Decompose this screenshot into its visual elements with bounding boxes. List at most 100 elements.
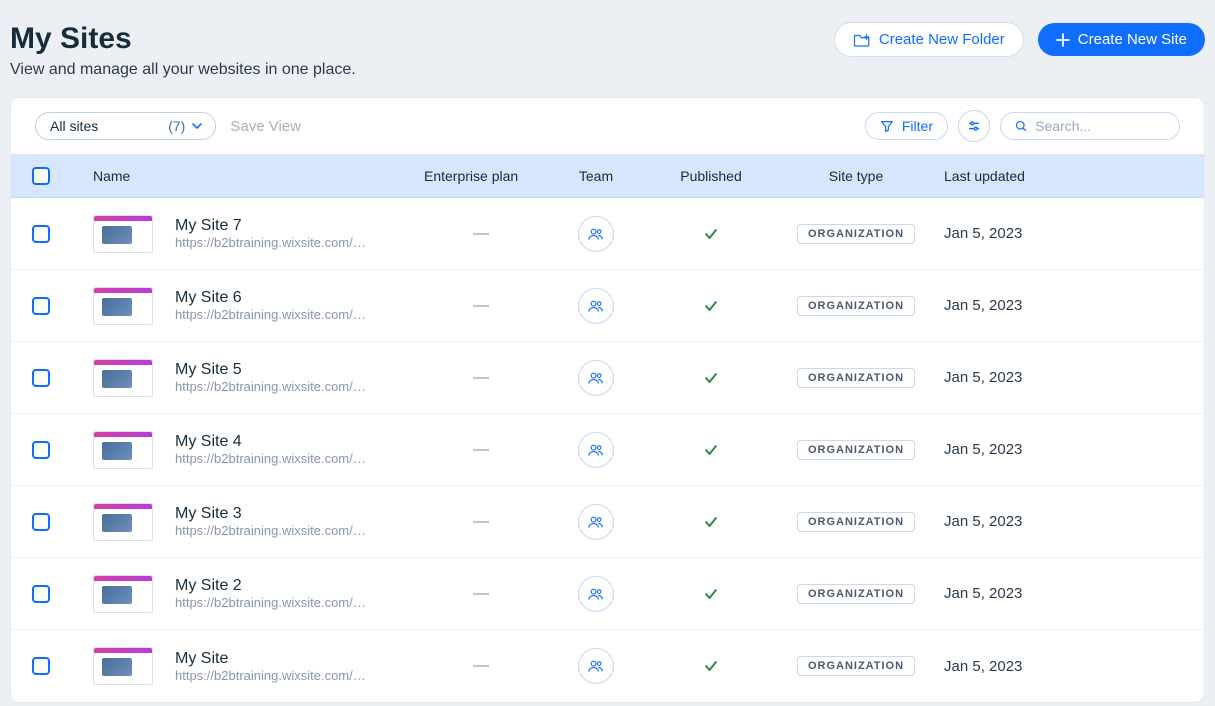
- site-thumbnail: [93, 647, 153, 685]
- last-updated-cell: Jan 5, 2023: [936, 297, 1136, 314]
- search-icon: [1015, 119, 1027, 133]
- create-folder-label: Create New Folder: [879, 31, 1005, 48]
- team-icon[interactable]: [578, 360, 614, 396]
- site-type-tag: ORGANIZATION: [797, 368, 915, 388]
- site-name: My Site 6: [175, 289, 375, 307]
- site-filter-dropdown[interactable]: All sites (7): [35, 112, 216, 140]
- site-url: https://b2btraining.wixsite.com/w…: [175, 307, 375, 322]
- published-cell: [646, 228, 776, 240]
- table-row[interactable]: My Site 4https://b2btraining.wixsite.com…: [11, 414, 1204, 486]
- column-site-type[interactable]: Site type: [776, 168, 936, 184]
- check-icon: [704, 444, 718, 456]
- site-thumbnail: [93, 431, 153, 469]
- table-row[interactable]: My Site 3https://b2btraining.wixsite.com…: [11, 486, 1204, 558]
- folder-plus-icon: [853, 32, 871, 48]
- team-icon[interactable]: [578, 648, 614, 684]
- site-name: My Site 2: [175, 577, 375, 595]
- last-updated-cell: Jan 5, 2023: [936, 225, 1136, 242]
- check-icon: [704, 228, 718, 240]
- settings-button[interactable]: [958, 110, 990, 142]
- create-site-button[interactable]: Create New Site: [1038, 23, 1205, 56]
- site-thumbnail: [93, 503, 153, 541]
- page-subtitle: View and manage all your websites in one…: [10, 61, 356, 79]
- site-thumbnail: [93, 287, 153, 325]
- table-row[interactable]: My Site 7https://b2btraining.wixsite.com…: [11, 198, 1204, 270]
- plan-cell: —: [416, 585, 546, 603]
- plan-cell: —: [416, 225, 546, 243]
- column-name[interactable]: Name: [71, 168, 416, 184]
- row-checkbox[interactable]: [32, 657, 50, 675]
- site-type-tag: ORGANIZATION: [797, 512, 915, 532]
- create-site-label: Create New Site: [1078, 31, 1187, 48]
- chevron-down-icon: [191, 122, 203, 130]
- column-team[interactable]: Team: [546, 168, 646, 184]
- team-icon[interactable]: [578, 288, 614, 324]
- published-cell: [646, 300, 776, 312]
- search-field[interactable]: [1000, 112, 1180, 140]
- create-folder-button[interactable]: Create New Folder: [834, 22, 1024, 57]
- published-cell: [646, 444, 776, 456]
- check-icon: [704, 300, 718, 312]
- site-url: https://b2btraining.wixsite.com/w…: [175, 451, 375, 466]
- site-type-tag: ORGANIZATION: [797, 296, 915, 316]
- last-updated-cell: Jan 5, 2023: [936, 658, 1136, 675]
- table-body: My Site 7 https://b2btraining.wixsite.com…: [11, 198, 1204, 702]
- site-type-tag: ORGANIZATION: [797, 224, 915, 244]
- toolbar: All sites (7) Save View Filter: [11, 98, 1204, 154]
- table-header: Name Enterprise plan Team Published Site…: [11, 154, 1204, 198]
- team-icon[interactable]: [578, 216, 614, 252]
- site-name: My Site 5: [175, 361, 375, 379]
- check-icon: [704, 516, 718, 528]
- row-checkbox[interactable]: [32, 369, 50, 387]
- page-header: My Sites View and manage all your websit…: [10, 10, 1205, 97]
- row-checkbox[interactable]: [32, 225, 50, 243]
- filter-button-label: Filter: [902, 118, 933, 134]
- save-view-button[interactable]: Save View: [230, 118, 301, 135]
- table-row[interactable]: My Site 2https://b2btraining.wixsite.com…: [11, 558, 1204, 630]
- table-row[interactable]: My Site 5https://b2btraining.wixsite.com…: [11, 342, 1204, 414]
- filter-button[interactable]: Filter: [865, 112, 948, 140]
- column-published[interactable]: Published: [646, 168, 776, 184]
- last-updated-cell: Jan 5, 2023: [936, 441, 1136, 458]
- last-updated-cell: Jan 5, 2023: [936, 513, 1136, 530]
- site-filter-count: (7): [168, 118, 185, 134]
- sliders-icon: [967, 119, 981, 133]
- page-title: My Sites: [10, 22, 356, 55]
- site-name: My Site: [175, 650, 366, 668]
- site-name: My Site 7: [175, 217, 375, 235]
- table-row[interactable]: My Sitehttps://b2btraining.wixsite.com/……: [11, 630, 1204, 702]
- site-thumbnail: [93, 575, 153, 613]
- team-icon[interactable]: [578, 504, 614, 540]
- site-url: https://b2btraining.wixsite.com/…: [175, 668, 366, 683]
- table-row[interactable]: My Site 6https://b2btraining.wixsite.com…: [11, 270, 1204, 342]
- site-thumbnail: [93, 359, 153, 397]
- team-icon[interactable]: [578, 576, 614, 612]
- site-name: My Site 3: [175, 505, 375, 523]
- plan-cell: —: [416, 369, 546, 387]
- published-cell: [646, 516, 776, 528]
- published-cell: [646, 588, 776, 600]
- select-all-checkbox[interactable]: [32, 167, 50, 185]
- column-plan[interactable]: Enterprise plan: [416, 168, 546, 184]
- last-updated-cell: Jan 5, 2023: [936, 585, 1136, 602]
- row-checkbox[interactable]: [32, 297, 50, 315]
- site-url: https://b2btraining.wixsite.com/w…: [175, 523, 375, 538]
- published-cell: [646, 372, 776, 384]
- last-updated-cell: Jan 5, 2023: [936, 369, 1136, 386]
- site-filter-label: All sites: [50, 118, 98, 134]
- check-icon: [704, 588, 718, 600]
- row-checkbox[interactable]: [32, 441, 50, 459]
- search-input[interactable]: [1035, 118, 1165, 134]
- column-last-updated[interactable]: Last updated: [936, 168, 1136, 184]
- site-name: My Site 4: [175, 433, 375, 451]
- plan-cell: —: [416, 657, 546, 675]
- filter-icon: [880, 119, 894, 133]
- plan-cell: —: [416, 513, 546, 531]
- team-icon[interactable]: [578, 432, 614, 468]
- plan-cell: —: [416, 441, 546, 459]
- row-checkbox[interactable]: [32, 585, 50, 603]
- row-checkbox[interactable]: [32, 513, 50, 531]
- published-cell: [646, 660, 776, 672]
- site-type-tag: ORGANIZATION: [797, 440, 915, 460]
- check-icon: [704, 372, 718, 384]
